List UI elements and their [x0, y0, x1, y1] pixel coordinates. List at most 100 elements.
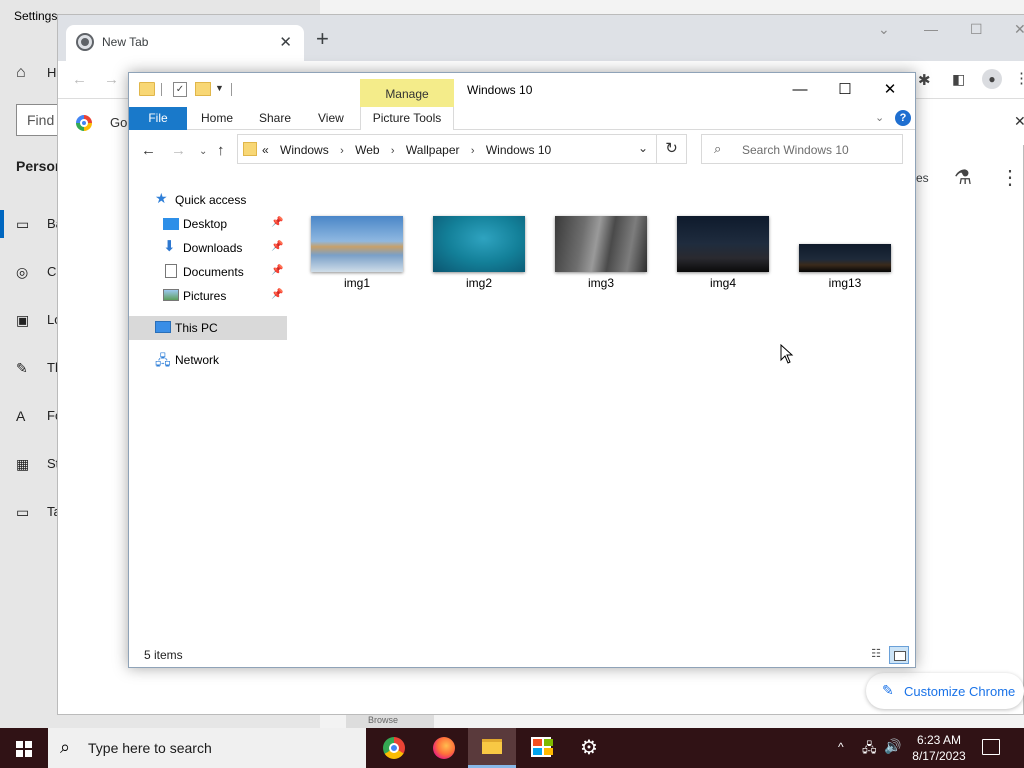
nav-item-this-pc[interactable]: This PC — [129, 316, 287, 340]
file-item[interactable]: img4 — [677, 216, 769, 292]
details-view-icon[interactable]: ☷ — [867, 647, 885, 663]
tab-view[interactable]: View — [318, 107, 344, 130]
explorer-title-bar[interactable]: ✓ ▼ Manage Windows 10 — ☐ ✕ — [129, 73, 915, 107]
item-count: 5 items — [144, 648, 183, 662]
labs-flask-icon[interactable]: ⚗ — [954, 165, 972, 190]
chrome-maximize-button[interactable]: ☐ — [970, 21, 983, 38]
file-name: img1 — [343, 276, 370, 290]
nav-item-downloads[interactable]: ⬇ Downloads 📌 — [129, 236, 287, 260]
close-tab-icon[interactable]: ✕ — [279, 33, 292, 51]
bookmark-label[interactable]: Go — [110, 115, 127, 130]
recent-locations-icon[interactable]: ⌄ — [199, 146, 207, 157]
chevron-right-icon[interactable]: › — [471, 145, 475, 157]
tab-search-chevron-icon[interactable]: ⌄ — [878, 21, 890, 38]
back-button[interactable]: ← — [141, 142, 156, 159]
tab-picture-tools[interactable]: Picture Tools — [360, 107, 454, 130]
settings-home-label: H — [47, 65, 57, 80]
notification-icon[interactable] — [982, 739, 1000, 755]
search-input[interactable]: ⌕ Search Windows 10 — [701, 134, 903, 164]
address-dropdown-icon[interactable]: ⌄ — [638, 141, 648, 155]
extensions-icon[interactable]: ✱ — [918, 71, 931, 89]
settings-item-themes[interactable]: ✎ Th — [0, 356, 62, 382]
chrome-minimize-button[interactable]: — — [924, 21, 938, 37]
qat-dropdown-icon[interactable]: ▼ — [215, 83, 224, 93]
file-item[interactable]: img2 — [433, 216, 525, 292]
pin-icon[interactable]: 📌 — [271, 241, 283, 252]
settings-item-fonts[interactable]: A Fo — [0, 404, 62, 430]
close-banner-icon[interactable]: ✕ — [1014, 113, 1024, 130]
help-icon[interactable]: ? — [895, 110, 911, 126]
windows-logo-icon — [16, 741, 32, 757]
chrome-menu-icon[interactable]: ⋮ — [1014, 69, 1024, 87]
maximize-button[interactable]: ☐ — [822, 79, 868, 101]
properties-check-icon[interactable]: ✓ — [173, 82, 187, 97]
browse-button[interactable]: Browse — [346, 715, 434, 729]
palette-icon: ◎ — [16, 264, 29, 280]
settings-item-background[interactable]: ▭ Ba — [0, 212, 63, 238]
file-item[interactable]: img13 — [799, 216, 891, 292]
breadcrumb-item[interactable]: Wallpaper — [406, 143, 460, 157]
taskbar-store[interactable] — [517, 728, 565, 768]
taskbar-chrome[interactable] — [371, 728, 419, 768]
network-tray-icon[interactable]: 🖧 — [862, 739, 877, 761]
breadcrumb-item[interactable]: Windows 10 — [486, 143, 551, 157]
nav-item-documents[interactable]: Documents 📌 — [129, 260, 287, 284]
taskbar-search-box[interactable]: ⌕ Type here to search — [48, 728, 366, 768]
file-item[interactable]: img3 — [555, 216, 647, 292]
chevron-right-icon[interactable]: › — [340, 145, 344, 157]
back-icon[interactable]: ← — [72, 71, 87, 88]
tab-file[interactable]: File — [129, 107, 187, 130]
file-item[interactable]: img1 — [311, 216, 403, 292]
minimize-button[interactable]: — — [777, 79, 823, 101]
forward-button[interactable]: → — [171, 142, 186, 159]
nav-item-label: Pictures — [183, 289, 227, 303]
new-tab-button[interactable]: + — [316, 28, 329, 50]
clock[interactable]: 6:23 AM 8/17/2023 — [908, 732, 970, 764]
breadcrumb-overflow[interactable]: « — [262, 143, 269, 157]
nav-item-pictures[interactable]: Pictures 📌 — [129, 284, 287, 308]
new-folder-icon[interactable] — [195, 82, 211, 96]
settings-item-taskbar[interactable]: ▭ Ta — [0, 500, 61, 526]
chrome-tab-title: New Tab — [102, 35, 149, 49]
large-icons-view-icon[interactable] — [889, 646, 909, 664]
up-button[interactable]: ↑ — [217, 142, 225, 159]
taskbar-settings[interactable]: ⚙ — [566, 728, 614, 768]
file-name: img2 — [465, 276, 492, 290]
taskbar-file-explorer[interactable] — [468, 728, 516, 768]
taskbar-firefox[interactable] — [420, 728, 468, 768]
start-button[interactable] — [0, 728, 48, 768]
settings-item-start[interactable]: ▦ St — [0, 452, 60, 478]
forward-icon[interactable]: → — [104, 71, 119, 88]
address-bar[interactable]: « Windows › Web › Wallpaper › Windows 10… — [237, 134, 657, 164]
pin-icon[interactable]: 📌 — [271, 265, 283, 276]
nav-item-network[interactable]: 🖧 Network — [129, 348, 287, 372]
nav-item-quick-access[interactable]: ★ Quick access — [129, 188, 287, 212]
expand-ribbon-icon[interactable]: ⌄ — [875, 111, 884, 124]
apps-grid-icon[interactable]: ⋮⋮ — [1000, 165, 1024, 190]
tab-home[interactable]: Home — [201, 107, 233, 130]
volume-icon[interactable]: 🔊 — [884, 738, 901, 755]
pin-icon[interactable]: 📌 — [271, 217, 283, 228]
customize-chrome-button[interactable]: ✎ Customize Chrome — [866, 673, 1024, 709]
chrome-close-button[interactable]: ✕ — [1014, 21, 1024, 38]
pin-icon[interactable]: 📌 — [271, 289, 283, 300]
settings-item-lock-screen[interactable]: ▣ Lo — [0, 308, 61, 334]
profile-avatar[interactable]: ● — [982, 69, 1002, 89]
image-icon: ▭ — [16, 216, 30, 232]
breadcrumb-item[interactable]: Windows — [280, 143, 329, 157]
breadcrumb-item[interactable]: Web — [355, 143, 379, 157]
chevron-right-icon[interactable]: › — [391, 145, 395, 157]
side-panel-icon[interactable]: ◧ — [952, 71, 965, 88]
refresh-button[interactable]: ↻ — [657, 134, 687, 164]
close-button[interactable]: ✕ — [867, 79, 913, 101]
nav-item-desktop[interactable]: Desktop 📌 — [129, 212, 287, 236]
home-icon: ⌂ — [16, 64, 26, 81]
manage-contextual-tab[interactable]: Manage — [360, 79, 454, 107]
settings-item-colors[interactable]: ◎ C — [0, 260, 60, 286]
show-hidden-icons-chevron-icon[interactable]: ^ — [838, 740, 844, 754]
chrome-tab-new-tab[interactable]: New Tab ✕ — [66, 25, 304, 61]
settings-find-input[interactable]: Find — [16, 104, 60, 136]
tab-share[interactable]: Share — [259, 107, 291, 130]
search-icon: ⌕ — [714, 141, 722, 156]
shortcut-label[interactable]: es — [916, 171, 929, 185]
